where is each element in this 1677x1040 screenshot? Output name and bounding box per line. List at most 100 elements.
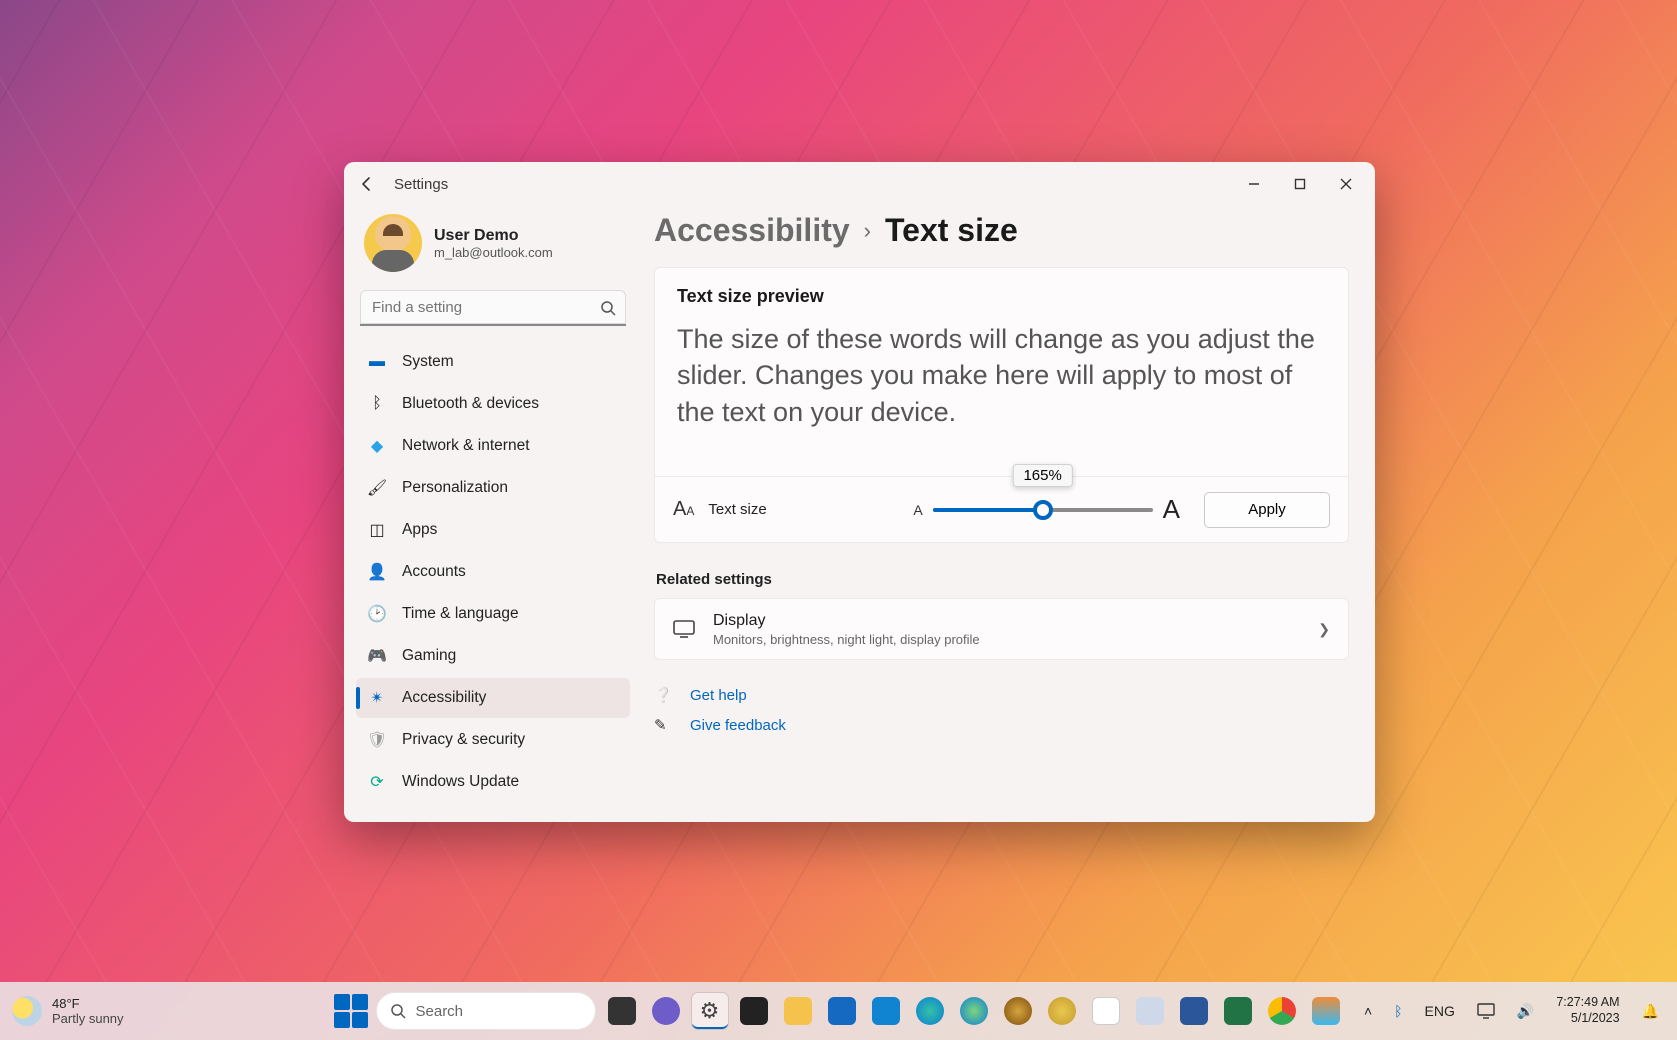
- notepad-icon: [1136, 997, 1164, 1025]
- edge-beta-button[interactable]: [956, 993, 992, 1029]
- profile-block[interactable]: User Demo m_lab@outlook.com: [356, 206, 630, 290]
- large-a-icon: A: [1163, 494, 1180, 525]
- search-input[interactable]: [360, 290, 626, 326]
- nav-system[interactable]: ▬System: [356, 342, 630, 382]
- text-size-card: Text size preview The size of these word…: [654, 267, 1349, 543]
- terminal-icon: [740, 997, 768, 1025]
- personalization-icon: 🖌: [366, 477, 388, 499]
- window-title: Settings: [394, 176, 448, 193]
- store-button[interactable]: [868, 993, 904, 1029]
- language-button[interactable]: ENG: [1419, 993, 1461, 1029]
- minimize-button[interactable]: [1231, 167, 1277, 201]
- bell-icon: 🔔: [1642, 1003, 1659, 1020]
- nav-network[interactable]: ◆Network & internet: [356, 426, 630, 466]
- close-icon: [1340, 178, 1352, 190]
- outlook-button[interactable]: [824, 993, 860, 1029]
- settings-search[interactable]: [360, 290, 626, 326]
- user-name: User Demo: [434, 227, 553, 245]
- word-button[interactable]: [1176, 993, 1212, 1029]
- tray-expand-button[interactable]: ˄: [1358, 993, 1378, 1029]
- time-icon: 🕑: [366, 603, 388, 625]
- settings-window: Settings User Demo m_lab@outlook.com: [344, 162, 1375, 822]
- clock-date: 5/1/2023: [1556, 1011, 1619, 1027]
- nav-bluetooth[interactable]: ᛒBluetooth & devices: [356, 384, 630, 424]
- nav-update[interactable]: ⟳Windows Update: [356, 762, 630, 802]
- outlook-icon: [828, 997, 856, 1025]
- display-subtitle: Monitors, brightness, night light, displ…: [713, 632, 980, 647]
- get-help-link[interactable]: ❔ Get help: [654, 686, 1349, 704]
- chat-button[interactable]: [648, 993, 684, 1029]
- edge-canary-button[interactable]: [1044, 993, 1080, 1029]
- network-tray-button[interactable]: [1471, 993, 1501, 1029]
- notifications-button[interactable]: 🔔: [1636, 993, 1665, 1029]
- notepad-button[interactable]: [1132, 993, 1168, 1029]
- nav-accessibility[interactable]: ✴Accessibility: [356, 678, 630, 718]
- text-size-slider[interactable]: 165%: [933, 508, 1153, 512]
- taskbar-center: Search ⚙: [334, 992, 1344, 1030]
- nav-apps[interactable]: ◫Apps: [356, 510, 630, 550]
- help-icon: ❔: [654, 686, 674, 704]
- nav-label: Privacy & security: [402, 731, 525, 749]
- user-email: m_lab@outlook.com: [434, 245, 553, 260]
- content: Accessibility › Text size Text size prev…: [642, 206, 1375, 822]
- preview-body: The size of these words will change as y…: [677, 321, 1326, 430]
- terminal-button[interactable]: [736, 993, 772, 1029]
- system-icon: ▬: [366, 351, 388, 373]
- explorer-button[interactable]: [780, 993, 816, 1029]
- system-tray: ˄ ᛒ ENG 🔊 7:27:49 AM 5/1/2023 🔔: [1358, 993, 1665, 1029]
- close-button[interactable]: [1323, 167, 1369, 201]
- edge-button[interactable]: [912, 993, 948, 1029]
- store-icon: [872, 997, 900, 1025]
- edge-dev-button[interactable]: [1000, 993, 1036, 1029]
- avatar: [364, 214, 422, 272]
- weather-widget[interactable]: 48°F Partly sunny: [12, 996, 124, 1026]
- feedback-icon: ✎: [654, 716, 674, 734]
- chevron-right-icon: ›: [864, 218, 871, 244]
- app-button[interactable]: [1308, 993, 1344, 1029]
- privacy-icon: 🛡: [366, 729, 388, 751]
- back-button[interactable]: [350, 167, 384, 201]
- nav-accounts[interactable]: 👤Accounts: [356, 552, 630, 592]
- minimize-icon: [1248, 178, 1260, 190]
- nav-personalization[interactable]: 🖌Personalization: [356, 468, 630, 508]
- slider-tooltip: 165%: [1012, 464, 1072, 487]
- clock-time: 7:27:49 AM: [1556, 995, 1619, 1011]
- nav-time[interactable]: 🕑 Time & language: [356, 594, 630, 634]
- task-view-button[interactable]: [604, 993, 640, 1029]
- chrome-button[interactable]: [1264, 993, 1300, 1029]
- maximize-button[interactable]: [1277, 167, 1323, 201]
- weather-desc: Partly sunny: [52, 1011, 124, 1026]
- clock-button[interactable]: 7:27:49 AM 5/1/2023: [1550, 993, 1625, 1029]
- nav-label: Gaming: [402, 647, 456, 665]
- chevron-up-icon: ˄: [1364, 1003, 1372, 1019]
- help-label: Get help: [690, 687, 747, 704]
- nav-label: Network & internet: [402, 437, 530, 455]
- calendar-icon: [1092, 997, 1120, 1025]
- nav-gaming[interactable]: 🎮 Gaming: [356, 636, 630, 676]
- display-row[interactable]: Display Monitors, brightness, night ligh…: [654, 598, 1349, 660]
- start-button[interactable]: [334, 994, 368, 1028]
- breadcrumb-parent[interactable]: Accessibility: [654, 212, 850, 249]
- nav-label: Time & language: [402, 605, 519, 623]
- desktop: Settings User Demo m_lab@outlook.com: [0, 0, 1677, 1040]
- text-size-icon: AA: [673, 498, 694, 521]
- word-icon: [1180, 997, 1208, 1025]
- sidebar: User Demo m_lab@outlook.com ▬System ᛒBlu…: [344, 206, 642, 822]
- bluetooth-tray-button[interactable]: ᛒ: [1388, 993, 1408, 1029]
- nav-privacy[interactable]: 🛡 Privacy & security: [356, 720, 630, 760]
- gaming-icon: 🎮: [366, 645, 388, 667]
- accounts-icon: 👤: [366, 561, 388, 583]
- slider-thumb[interactable]: [1033, 500, 1053, 520]
- taskbar-search[interactable]: Search: [376, 992, 596, 1030]
- volume-button[interactable]: 🔊: [1511, 993, 1540, 1029]
- settings-app-button[interactable]: ⚙: [692, 993, 728, 1029]
- excel-button[interactable]: [1220, 993, 1256, 1029]
- edge-icon: [916, 997, 944, 1025]
- give-feedback-link[interactable]: ✎ Give feedback: [654, 716, 1349, 734]
- calendar-button[interactable]: [1088, 993, 1124, 1029]
- search-icon: [600, 300, 616, 316]
- arrow-left-icon: [359, 176, 375, 192]
- apply-button[interactable]: Apply: [1204, 492, 1330, 528]
- display-title: Display: [713, 612, 980, 630]
- edge-dev-icon: [1004, 997, 1032, 1025]
